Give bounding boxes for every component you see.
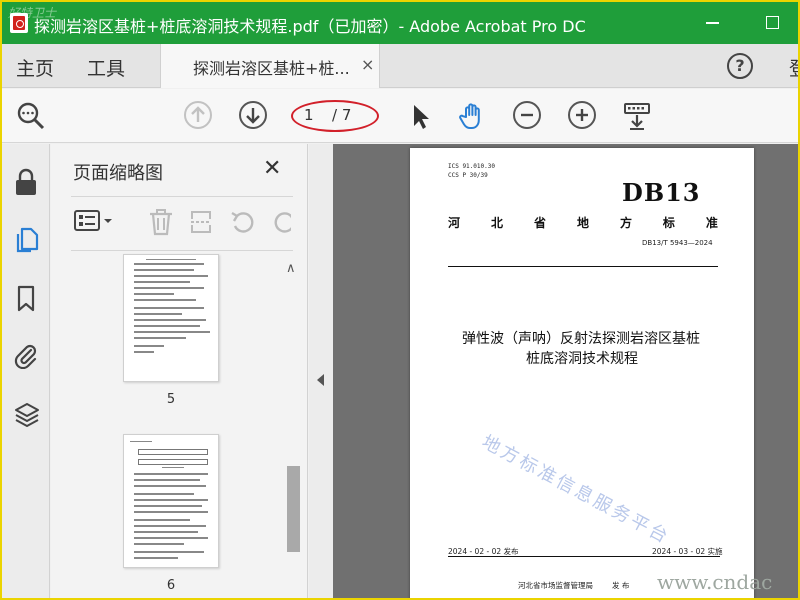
menu-tab-row: 主页 工具 探测岩溶区基桩+桩... × ? 登	[2, 44, 798, 88]
panel-close-button[interactable]: ✕	[263, 156, 281, 181]
document-title-line-1: 弹性波（声呐）反射法探测岩溶区基桩	[462, 331, 700, 347]
thumbnail-page-number: 5	[166, 392, 176, 407]
toolbar: 1 / 7	[2, 89, 798, 143]
issuing-authority: 河北省市场监督管理局	[518, 581, 593, 590]
menu-tools[interactable]: 工具	[87, 54, 125, 81]
app-window: 好特卫士 探测岩溶区基桩+桩底溶洞技术规程.pdf（已加密）- Adobe Ac…	[0, 0, 800, 600]
thumbnail-options-icon[interactable]	[73, 208, 112, 234]
thumbnail-page-6[interactable]	[123, 434, 219, 568]
minimize-button[interactable]	[706, 22, 719, 24]
document-tab-label: 探测岩溶区基桩+桩...	[193, 59, 350, 78]
title-bar: 好特卫士 探测岩溶区基桩+桩底溶洞技术规程.pdf（已加密）- Adobe Ac…	[2, 2, 798, 44]
panel-divider	[71, 250, 293, 251]
left-navigation-rail	[2, 144, 50, 598]
layers-icon[interactable]	[14, 400, 39, 427]
rotate-right-icon[interactable]	[271, 208, 291, 234]
standard-number: DB13/T 5943—2024	[642, 239, 713, 247]
window-title: 探测岩溶区基桩+桩底溶洞技术规程.pdf（已加密）- Adobe Acrobat…	[34, 17, 586, 36]
select-tool-icon[interactable]	[406, 101, 436, 131]
delete-page-icon[interactable]	[147, 208, 175, 236]
search-icon[interactable]	[16, 101, 46, 131]
page-number-field[interactable]: 1 / 7	[291, 100, 379, 132]
tab-close-button[interactable]: ×	[361, 55, 374, 74]
menu-home[interactable]: 主页	[16, 54, 54, 81]
document-view[interactable]: ICS 91.010.30 CCS P 30/39 DB13 河 北 省 地 方…	[333, 144, 798, 598]
extract-page-icon[interactable]	[187, 208, 215, 234]
scrollbar-thumb[interactable]	[287, 466, 300, 552]
collapse-arrow-icon[interactable]	[317, 374, 324, 386]
hand-tool-icon[interactable]	[457, 101, 487, 131]
issue-label: 发 布	[612, 581, 630, 590]
page-thumbnails-icon[interactable]	[14, 226, 39, 253]
thumbnail-scrollbar[interactable]: ∧	[284, 259, 300, 598]
footer-rule	[448, 556, 720, 557]
highlight-ellipse	[291, 100, 379, 132]
page-watermark: 地方标准信息服务平台	[478, 431, 674, 549]
acrobat-app-icon	[10, 13, 28, 33]
panel-collapse-handle[interactable]	[309, 144, 333, 598]
help-button[interactable]: ?	[727, 53, 753, 79]
document-tab[interactable]: 探测岩溶区基桩+桩... ×	[160, 44, 380, 88]
db-mark: DB13	[622, 178, 701, 207]
page-display-tool-icon[interactable]	[622, 101, 652, 131]
scroll-up-arrow-icon[interactable]: ∧	[286, 261, 296, 276]
thumbnail-page-number: 6	[166, 578, 176, 593]
zoom-in-button[interactable]	[568, 101, 596, 129]
zoom-out-button[interactable]	[513, 101, 541, 129]
thumbnail-page-5[interactable]	[123, 254, 219, 382]
bookmark-icon[interactable]	[14, 284, 38, 312]
document-title-line-2: 桩底溶洞技术规程	[526, 351, 638, 367]
sign-in-button[interactable]: 登	[789, 54, 798, 81]
maximize-button[interactable]	[766, 16, 779, 29]
page-thumbnails-panel: 页面缩略图 ✕ 5 6 ∧	[51, 144, 308, 598]
next-page-button[interactable]	[239, 101, 267, 129]
ics-code: ICS 91.010.30 CCS P 30/39	[448, 163, 495, 179]
standard-category-title: 河 北 省 地 方 标 准	[448, 216, 718, 230]
lock-icon[interactable]	[14, 168, 38, 195]
pdf-page: ICS 91.010.30 CCS P 30/39 DB13 河 北 省 地 方…	[410, 148, 754, 598]
panel-divider	[71, 196, 293, 197]
panel-title: 页面缩略图	[73, 163, 163, 184]
previous-page-button[interactable]	[184, 101, 212, 129]
attachment-icon[interactable]	[14, 341, 38, 370]
header-rule	[448, 266, 718, 267]
site-watermark: www.cndac	[657, 570, 773, 594]
rotate-left-icon[interactable]	[229, 208, 257, 234]
